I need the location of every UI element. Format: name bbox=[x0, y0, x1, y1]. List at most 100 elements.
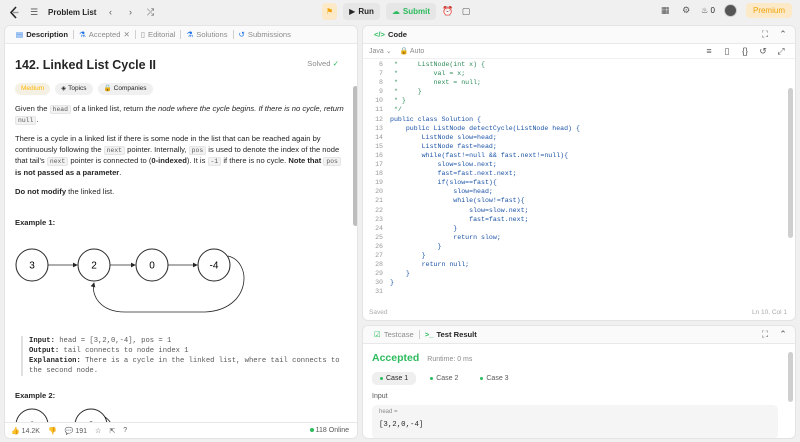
language-select[interactable]: Java ⌄ bbox=[369, 47, 392, 55]
timer-icon[interactable]: ⏰ bbox=[442, 6, 454, 18]
code-line[interactable]: slow=slow.next; bbox=[390, 160, 580, 169]
run-button[interactable]: ▶ Run bbox=[343, 3, 380, 20]
leetcode-logo-icon[interactable] bbox=[8, 5, 20, 19]
like-button[interactable]: 👍 14.2K bbox=[11, 427, 40, 435]
code-line[interactable]: } bbox=[390, 278, 580, 287]
help-icon[interactable]: ? bbox=[123, 427, 127, 434]
code-line[interactable]: } bbox=[390, 242, 580, 251]
close-tab-icon[interactable]: ✕ bbox=[123, 30, 129, 39]
braces-icon[interactable]: {} bbox=[739, 45, 751, 57]
code-line[interactable]: } bbox=[390, 251, 580, 260]
submit-button[interactable]: ☁ Submit bbox=[385, 3, 436, 20]
code-line[interactable]: slow=head; bbox=[390, 187, 580, 196]
bookmark-icon[interactable]: ▯ bbox=[721, 45, 733, 57]
maximize-icon[interactable]: ⛶ bbox=[759, 29, 771, 41]
result-scrollbar[interactable] bbox=[788, 352, 793, 402]
problem-list-link[interactable]: Problem List bbox=[48, 8, 96, 17]
description-scrollbar[interactable] bbox=[353, 86, 357, 226]
tab-test-result[interactable]: >_ Test Result bbox=[420, 326, 482, 344]
code-line[interactable]: */ bbox=[390, 105, 580, 114]
solved-status: Solved ✓ bbox=[307, 59, 339, 68]
verdict-text: Accepted bbox=[372, 352, 420, 364]
code-line[interactable]: * } bbox=[390, 96, 580, 105]
example-1-io: Input: head = [3,2,0,-4], pos = 1 Output… bbox=[21, 335, 347, 376]
tab-testcase[interactable]: ☑ Testcase bbox=[369, 326, 419, 344]
case-tab-1[interactable]: Case 1 bbox=[372, 372, 417, 385]
save-status: Saved bbox=[369, 309, 388, 316]
maximize-icon[interactable]: ⛶ bbox=[759, 329, 771, 341]
companies-badge[interactable]: 🔒 Companies bbox=[97, 83, 153, 95]
collapse-icon[interactable]: ⌃ bbox=[777, 329, 789, 341]
line-number: 27 bbox=[375, 251, 383, 259]
code-lines[interactable]: * ListNode(int x) { * val = x; * next = … bbox=[390, 60, 580, 296]
prev-problem-icon[interactable]: ‹ bbox=[104, 6, 116, 18]
share-icon[interactable]: ⇱ bbox=[109, 427, 115, 435]
thumbs-up-icon: 👍 bbox=[11, 427, 20, 435]
result-tabs: ☑ Testcase >_ Test Result ⛶ ⌃ bbox=[363, 326, 795, 344]
code-panel: </> Code ⛶ ⌃ Java ⌄ 🔒 Auto ≡ ▯ {} ↺ ⤢ 6 78… bbox=[362, 25, 796, 321]
line-number: 29 bbox=[375, 270, 383, 278]
case-tab-3[interactable]: Case 3 bbox=[472, 372, 516, 385]
editor-scrollbar[interactable] bbox=[788, 88, 793, 238]
node-label: 3 bbox=[29, 260, 35, 271]
tab-editorial[interactable]: ▯ Editorial bbox=[136, 26, 181, 44]
streak-counter[interactable]: ♨ 0 bbox=[701, 6, 715, 15]
tab-solutions[interactable]: ⚗ Solutions bbox=[181, 26, 232, 44]
notes-icon[interactable]: ▢ bbox=[460, 6, 472, 18]
shuffle-icon[interactable]: ⤮ bbox=[144, 6, 156, 18]
tab-code[interactable]: </> Code bbox=[369, 26, 412, 44]
code-line[interactable]: ListNode slow=head; bbox=[390, 133, 580, 142]
problem-list-icon[interactable]: ☰ bbox=[28, 6, 40, 18]
tab-description[interactable]: ▤ Description bbox=[11, 26, 73, 44]
node-label: -4 bbox=[210, 260, 219, 271]
code-line[interactable]: * } bbox=[390, 87, 580, 96]
tab-accepted[interactable]: ⚗ Accepted ✕ bbox=[74, 26, 135, 44]
code-line[interactable]: public class Solution { bbox=[390, 115, 580, 124]
code-line[interactable]: if(slow==fast){ bbox=[390, 178, 580, 187]
code-editor[interactable]: 6 7 8 9 10 11 12 13 14 15 16 17 18 19 20 21 22 23 24 25 26 27… bbox=[363, 60, 795, 300]
fullscreen-icon[interactable]: ⤢ bbox=[775, 45, 787, 57]
code-line[interactable] bbox=[390, 287, 580, 296]
user-avatar[interactable] bbox=[723, 4, 737, 17]
code-line[interactable]: fast=fast.next.next; bbox=[390, 169, 580, 178]
debug-button[interactable]: ⚑ bbox=[322, 3, 338, 20]
code-tabs: </> Code ⛶ ⌃ bbox=[363, 26, 795, 44]
code-line[interactable]: slow=slow.next; bbox=[390, 206, 580, 215]
online-count: 118 Online bbox=[309, 427, 349, 434]
dislike-icon[interactable]: 👎 bbox=[48, 427, 57, 435]
layout-grid-icon[interactable]: ▦ bbox=[659, 5, 671, 17]
code-brackets-icon: </> bbox=[374, 30, 385, 39]
code-line[interactable]: while(fast!=null && fast.next!=null){ bbox=[390, 151, 580, 160]
premium-button[interactable]: Premium bbox=[745, 3, 792, 18]
line-number: 26 bbox=[375, 242, 383, 250]
code-line[interactable]: public ListNode detectCycle(ListNode hea… bbox=[390, 124, 580, 133]
line-number-gutter: 6 7 8 9 10 11 12 13 14 15 16 17 18 19 20 21 22 23 24 25 26 27… bbox=[363, 60, 383, 296]
format-icon[interactable]: ≡ bbox=[703, 45, 715, 57]
code-line[interactable]: return null; bbox=[390, 260, 580, 269]
line-number: 23 bbox=[375, 215, 383, 223]
checkbox-icon: ☑ bbox=[374, 330, 381, 339]
code-line[interactable]: } bbox=[390, 269, 580, 278]
code-line[interactable]: * ListNode(int x) { bbox=[390, 60, 580, 69]
code-line[interactable]: fast=fast.next; bbox=[390, 215, 580, 224]
reset-icon[interactable]: ↺ bbox=[757, 45, 769, 57]
settings-gear-icon[interactable]: ⚙ bbox=[680, 5, 692, 17]
code-line[interactable]: while(slow!=fast){ bbox=[390, 196, 580, 205]
tab-submissions[interactable]: ↺ Submissions bbox=[234, 26, 296, 44]
topics-badge[interactable]: ◈ Topics bbox=[55, 83, 93, 95]
line-number: 19 bbox=[375, 179, 383, 187]
line-number: 9 bbox=[379, 88, 383, 96]
auto-toggle[interactable]: 🔒 Auto bbox=[400, 47, 425, 55]
code-line[interactable]: * next = null; bbox=[390, 78, 580, 87]
case-tab-2[interactable]: Case 2 bbox=[422, 372, 466, 385]
comments-button[interactable]: 💬 191 bbox=[65, 427, 87, 435]
code-line[interactable]: return slow; bbox=[390, 233, 580, 242]
line-number: 28 bbox=[375, 261, 383, 269]
next-problem-icon[interactable]: › bbox=[124, 6, 136, 18]
star-icon[interactable]: ☆ bbox=[95, 427, 101, 435]
collapse-icon[interactable]: ⌃ bbox=[777, 29, 789, 41]
code-line[interactable]: * val = x; bbox=[390, 69, 580, 78]
code-line[interactable]: ListNode fast=head; bbox=[390, 142, 580, 151]
code-line[interactable]: } bbox=[390, 224, 580, 233]
difficulty-badge[interactable]: Medium bbox=[15, 83, 51, 95]
